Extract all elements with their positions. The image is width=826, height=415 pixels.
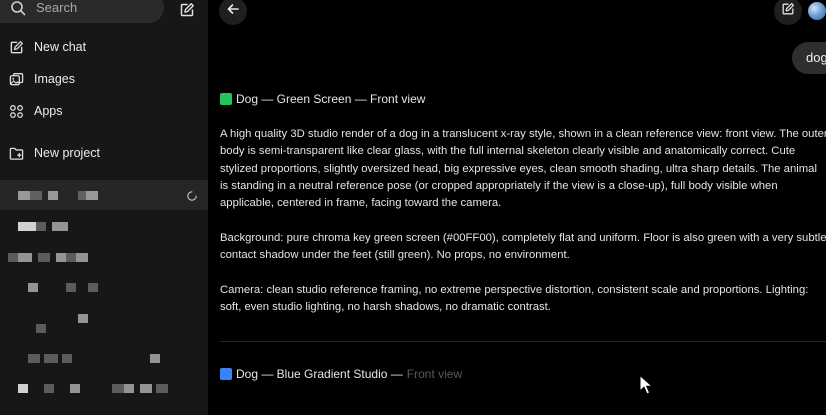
redacted-text bbox=[30, 191, 42, 200]
user-message-bubble: dog bbox=[792, 42, 826, 74]
redacted-text bbox=[112, 384, 124, 393]
redacted-text bbox=[56, 253, 66, 262]
search-input[interactable] bbox=[36, 0, 146, 15]
images-icon bbox=[8, 71, 24, 87]
redacted-text bbox=[38, 253, 50, 262]
search-icon bbox=[10, 0, 26, 16]
redacted-text bbox=[44, 384, 54, 393]
compose-icon bbox=[8, 39, 24, 55]
apps-icon bbox=[8, 103, 24, 119]
history-item[interactable] bbox=[0, 180, 208, 210]
redacted-text bbox=[44, 354, 58, 363]
redacted-text bbox=[18, 191, 30, 200]
divider bbox=[220, 341, 826, 342]
search-box[interactable] bbox=[0, 0, 164, 23]
redacted-text bbox=[28, 283, 38, 292]
compose-icon bbox=[781, 2, 795, 21]
back-button[interactable] bbox=[219, 0, 247, 25]
loading-spinner-icon[interactable] bbox=[186, 189, 198, 201]
history-item[interactable] bbox=[0, 302, 208, 333]
images-label: Images bbox=[34, 72, 75, 86]
redacted-text bbox=[48, 191, 58, 200]
redacted-text bbox=[86, 191, 98, 200]
redacted-text bbox=[66, 283, 76, 292]
blue-square-icon bbox=[220, 368, 232, 380]
history-item[interactable] bbox=[0, 346, 208, 376]
redacted-text bbox=[124, 384, 134, 393]
folder-plus-icon bbox=[8, 145, 24, 161]
section-title: Dog — Green Screen — Front view bbox=[236, 92, 426, 106]
new-chat-button[interactable] bbox=[774, 0, 802, 25]
history-item[interactable] bbox=[0, 272, 208, 302]
section-heading: Dog — Blue Gradient Studio — Front view bbox=[220, 367, 462, 381]
arrow-left-icon bbox=[226, 2, 240, 21]
section-title-streaming: Front view bbox=[406, 367, 463, 381]
images-nav-item[interactable]: Images bbox=[0, 65, 208, 93]
prompt-paragraph: Camera: clean studio reference framing, … bbox=[220, 284, 809, 314]
compose-icon[interactable] bbox=[178, 1, 196, 19]
redacted-text bbox=[18, 253, 32, 262]
new-project-nav-item[interactable]: New project bbox=[0, 139, 208, 167]
redacted-text bbox=[18, 222, 36, 231]
prompt-paragraph: A high quality 3D studio render of a dog… bbox=[220, 128, 826, 210]
redacted-text bbox=[78, 191, 86, 200]
redacted-text bbox=[66, 253, 76, 262]
redacted-text bbox=[76, 253, 88, 262]
history-item[interactable] bbox=[0, 242, 208, 272]
redacted-text bbox=[36, 324, 46, 333]
user-message-text: dog bbox=[806, 50, 826, 65]
redacted-text bbox=[28, 354, 40, 363]
redacted-text bbox=[8, 253, 18, 262]
prompt-paragraph: Background: pure chroma key green screen… bbox=[220, 232, 826, 262]
new-chat-label: New chat bbox=[34, 40, 87, 54]
history-item[interactable] bbox=[0, 212, 208, 242]
redacted-text bbox=[140, 384, 152, 393]
green-square-icon bbox=[220, 93, 232, 105]
new-chat-nav-item[interactable]: New chat bbox=[0, 33, 208, 61]
redacted-text bbox=[150, 354, 160, 363]
mouse-cursor-icon bbox=[638, 374, 656, 396]
redacted-text bbox=[78, 314, 88, 323]
redacted-text bbox=[62, 354, 72, 363]
avatar[interactable] bbox=[808, 2, 826, 20]
redacted-text bbox=[18, 384, 28, 393]
app-window: New chat Images bbox=[0, 0, 826, 415]
redacted-text bbox=[156, 384, 168, 393]
new-project-label: New project bbox=[34, 146, 100, 160]
chat-main: dog Dog — Green Screen — Front view A hi… bbox=[208, 0, 826, 415]
section-heading: Dog — Green Screen — Front view bbox=[220, 92, 425, 106]
redacted-text bbox=[70, 384, 80, 393]
redacted-text bbox=[88, 283, 98, 292]
apps-nav-item[interactable]: Apps bbox=[0, 97, 208, 125]
apps-label: Apps bbox=[34, 104, 63, 118]
section-title: Dog — Blue Gradient Studio — bbox=[236, 367, 403, 381]
sidebar: New chat Images bbox=[0, 0, 208, 415]
chat-history-list bbox=[0, 180, 208, 415]
redacted-text bbox=[36, 222, 46, 231]
redacted-text bbox=[52, 222, 68, 231]
history-item[interactable] bbox=[0, 376, 208, 406]
